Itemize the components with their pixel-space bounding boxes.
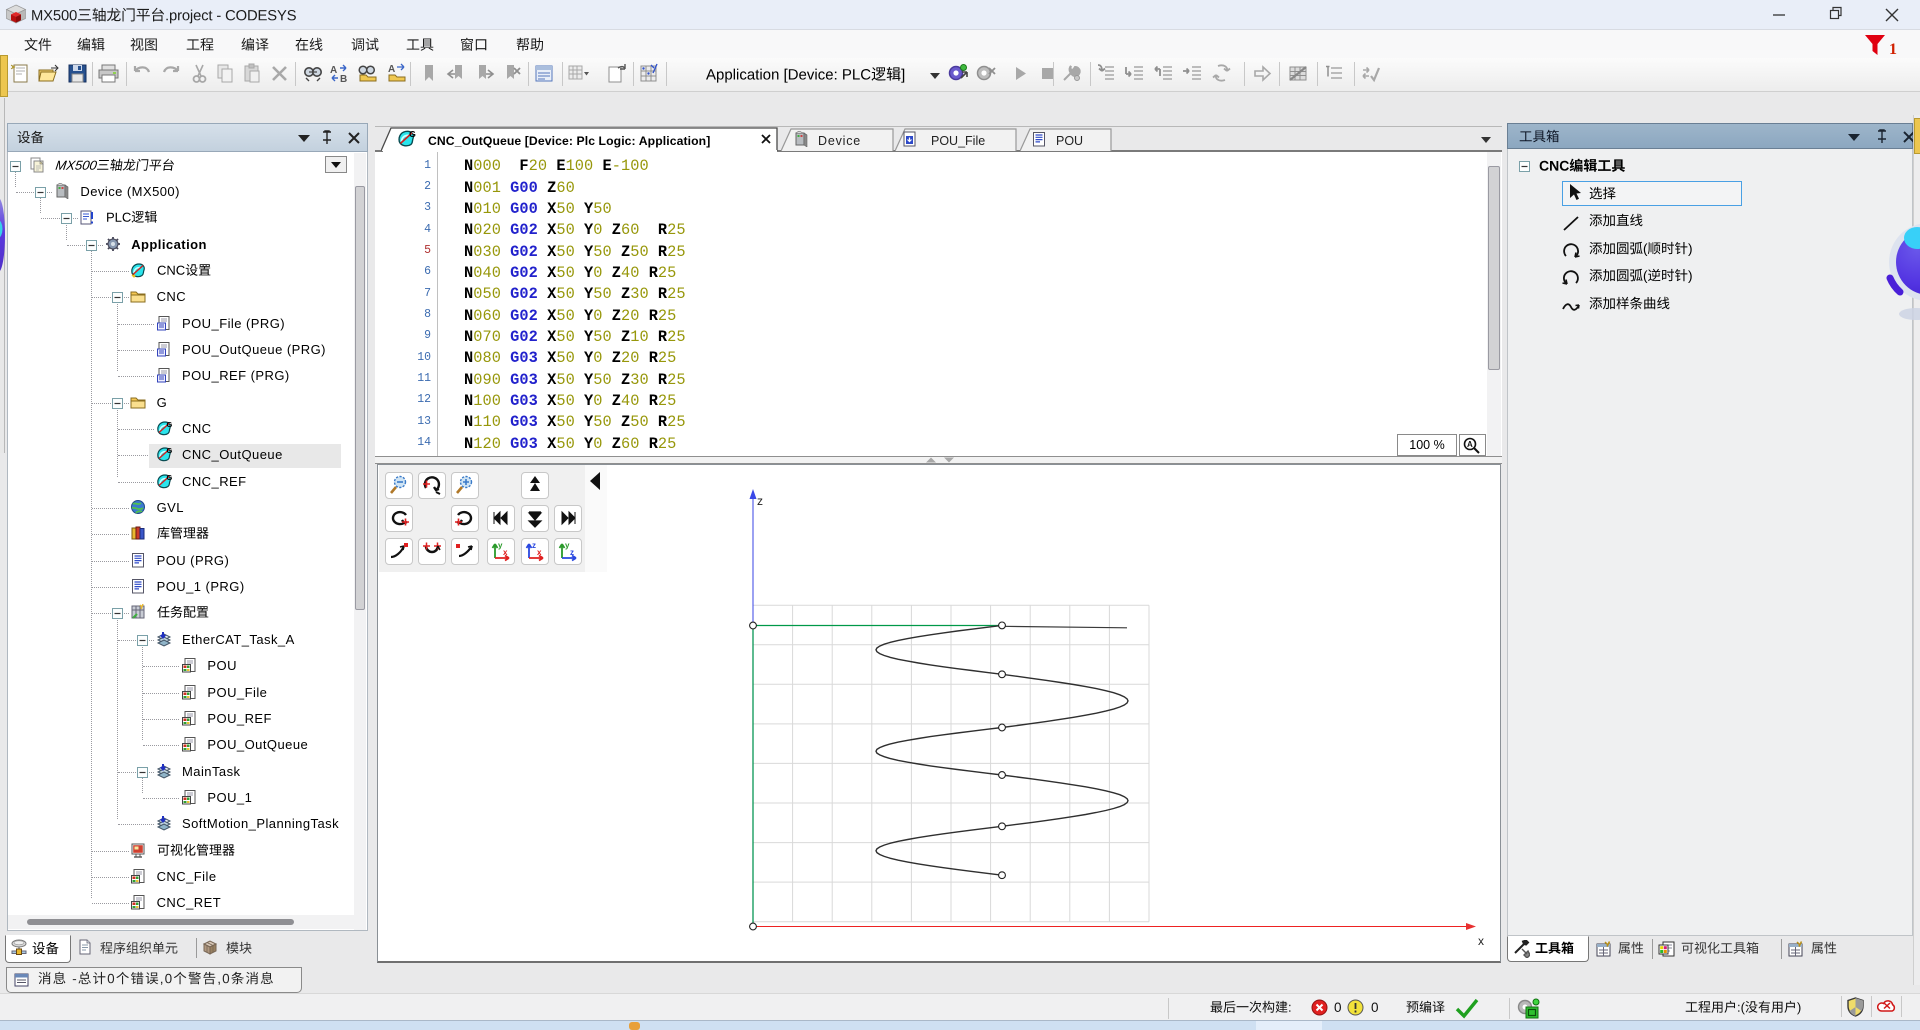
svg-text:1: 1 [1889,41,1897,58]
svg-text:A: A [330,65,337,76]
svg-text:B: B [340,74,347,85]
svg-text:G: G [409,129,416,139]
svg-text:z: z [570,548,574,557]
svg-text:G: G [166,446,172,455]
svg-text:x: x [537,548,542,557]
svg-text:x: x [503,548,508,557]
svg-text:G: G [166,420,172,429]
svg-text:z: z [532,541,536,550]
svg-text:z: z [757,494,763,508]
svg-text:G: G [166,473,172,482]
svg-text:A: A [388,64,395,75]
svg-text:x: x [1478,934,1484,948]
svg-text:A: A [1467,440,1473,449]
